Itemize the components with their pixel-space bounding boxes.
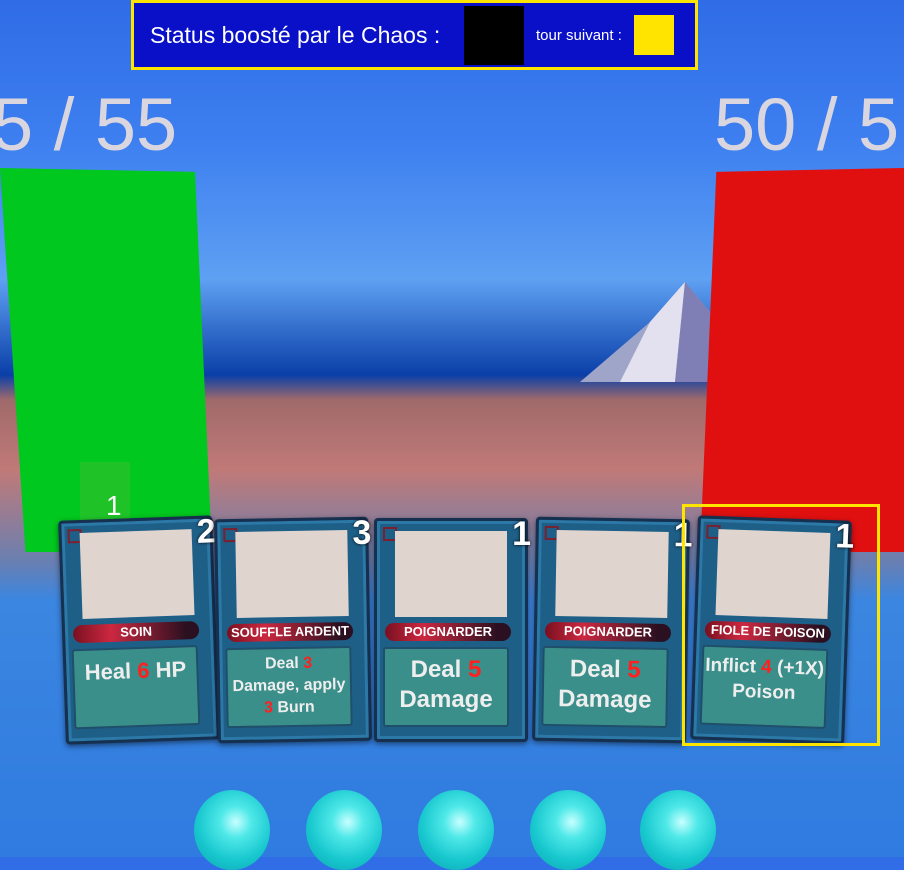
energy-orb [418, 790, 494, 870]
card-name: POIGNARDER [385, 623, 511, 641]
card-cost: 2 [196, 512, 217, 551]
current-chaos-status-slot [464, 6, 524, 65]
enemy-hp-bar [700, 168, 904, 552]
energy-orb [194, 790, 270, 870]
card-text: Heal [84, 658, 138, 685]
card-soin[interactable]: 2 SOIN Heal 6 HP [58, 512, 220, 745]
card-cost: 1 [512, 515, 531, 553]
card-value: 5 [627, 656, 641, 684]
player-hp-text: 5 / 55 [0, 83, 178, 166]
card-text: Damage [399, 686, 493, 713]
status-marker-number: 1 [106, 490, 122, 521]
card-description: Deal 3 Damage, apply 3 Burn [225, 645, 353, 729]
card-cost: 3 [352, 513, 372, 552]
card-name: POIGNARDER [544, 621, 672, 643]
card-description-line: Damage [385, 685, 507, 715]
card-value: 3 [263, 699, 274, 717]
card-value: 5 [468, 656, 482, 683]
card-art [395, 531, 507, 617]
card-text: HP [149, 656, 187, 683]
card-description: Deal 5 Damage [383, 647, 509, 727]
card-description-line: Deal 5 [544, 654, 667, 686]
card-text: Burn [272, 698, 315, 717]
card-name: SOUFFLE ARDENT [226, 621, 354, 643]
card-text: Deal [410, 656, 468, 683]
card-art [555, 530, 669, 618]
energy-orb [640, 790, 716, 870]
card-art [235, 530, 349, 618]
card-description-line: Damage [544, 684, 667, 716]
next-turn-status-slot [634, 15, 674, 55]
card-description-line: Deal 5 [385, 655, 507, 685]
card-text: Deal [264, 654, 304, 673]
card-description-line: Damage, apply [228, 674, 350, 698]
card-description: Deal 5 Damage [541, 645, 669, 728]
card-value: 3 [303, 654, 313, 672]
card-poignarder[interactable]: 1 POIGNARDER Deal 5 Damage [374, 515, 531, 742]
status-marker-bar [80, 462, 130, 522]
chaos-status-label: Status boosté par le Chaos : [150, 22, 441, 48]
energy-orb [530, 790, 606, 870]
card-name: SOIN [72, 620, 200, 644]
mountain-backdrop [580, 282, 730, 382]
card-text: Damage, apply [232, 676, 346, 696]
card-text: Damage [557, 685, 652, 714]
next-turn-label: tour suivant : [536, 27, 622, 44]
card-description-line: Deal 3 [227, 652, 349, 676]
card-value: 6 [136, 657, 150, 684]
card-description-line: 3 Burn [228, 696, 350, 720]
selected-card-highlight [682, 504, 880, 746]
card-description: Heal 6 HP [71, 644, 201, 730]
chaos-status-panel: Status boosté par le Chaos : tour suivan… [131, 0, 698, 70]
card-art [79, 529, 195, 619]
card-description-line: Heal 6 HP [74, 655, 197, 687]
energy-orb [306, 790, 382, 870]
card-souffle-ardent[interactable]: 3 SOUFFLE ARDENT Deal 3 Damage, apply 3 Burn [214, 513, 372, 744]
card-poignarder[interactable]: 1 POIGNARDER Deal 5 Damage [532, 516, 693, 744]
enemy-hp-text: 50 / 5 [714, 83, 900, 166]
card-text: Deal [569, 655, 628, 684]
